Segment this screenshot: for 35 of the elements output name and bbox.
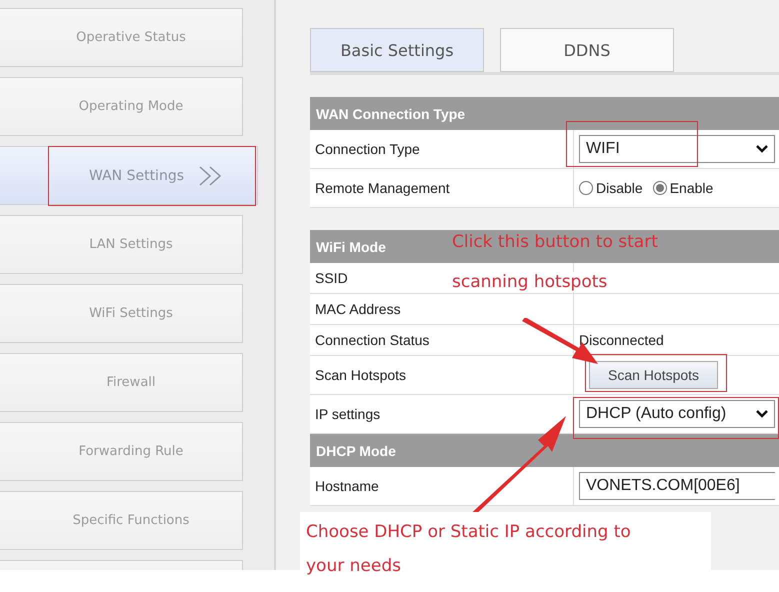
sidebar-item[interactable]: Firewall [0,353,243,412]
sidebar-item[interactable]: LAN Settings [0,215,243,274]
sidebar-item[interactable]: Operating Mode [0,77,243,136]
field-label: Connection Status [315,332,430,348]
field-label: MAC Address [315,301,401,317]
caret-icon [756,410,768,418]
field-label: SSID [315,270,348,286]
dropdown[interactable]: DHCP (Auto config) [579,400,775,428]
sidebar-item[interactable]: Forwarding Rule [0,422,243,481]
status-text: Disconnected [579,332,664,348]
double-chevron-icon [198,164,224,186]
field-label: Connection Type [315,141,420,157]
section-header: WAN Connection Type [310,97,779,130]
sidebar-item[interactable]: Operative Status [0,8,243,67]
field-label: IP settings [315,406,380,422]
tab[interactable]: Basic Settings [310,28,484,72]
annotation-text: your needs [306,556,402,576]
section-header: DHCP Mode [310,434,779,467]
sidebar-item[interactable]: Specific Functions [0,491,243,550]
annotation-text: Click this button to start [452,232,658,252]
dropdown[interactable]: WIFI [579,135,775,163]
field-label: Hostname [315,478,379,494]
radio-button[interactable] [579,181,593,195]
caret-icon [756,145,768,153]
field-label: Remote Management [315,180,450,196]
radio-label: Disable [596,180,643,196]
input-field[interactable]: VONETS.COM[00E6] [579,472,775,500]
radio-label: Enable [670,180,714,196]
tab[interactable]: DDNS [500,28,674,72]
sidebar-item[interactable]: WiFi Settings [0,284,243,343]
annotation-text: Choose DHCP or Static IP according to [306,522,631,542]
sidebar-item[interactable]: WAN Settings [0,146,258,205]
field-label: Scan Hotspots [315,367,406,383]
scan-button[interactable]: Scan Hotspots [589,361,718,389]
radio-button[interactable] [652,181,667,195]
